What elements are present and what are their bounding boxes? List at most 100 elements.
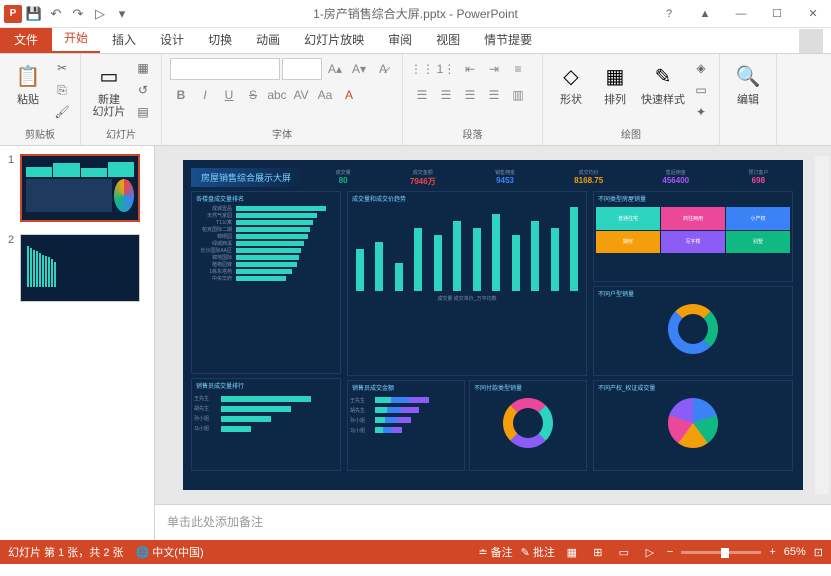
ribbon-group-clipboard: 📋 粘贴 ✂ ⎘ 🖌 剪贴板 (0, 54, 81, 145)
property-pie-chart (668, 398, 718, 448)
shadow-button[interactable]: abc (266, 84, 288, 106)
cut-icon[interactable]: ✂ (52, 58, 72, 78)
tab-animations[interactable]: 动画 (244, 26, 292, 53)
layout-icon[interactable]: ▦ (133, 58, 153, 78)
justify-icon[interactable]: ☰ (483, 84, 505, 106)
indent-dec-icon[interactable]: ⇤ (459, 58, 481, 80)
tab-design[interactable]: 设计 (148, 26, 196, 53)
copy-icon[interactable]: ⎘ (52, 80, 72, 100)
save-icon[interactable]: 💾 (24, 4, 44, 24)
tab-slideshow[interactable]: 幻灯片放映 (292, 26, 376, 53)
font-name-select[interactable] (170, 58, 280, 80)
font-color-button[interactable]: A (338, 84, 360, 106)
tab-storyline[interactable]: 情节提要 (472, 26, 544, 53)
thumb-1-preview (20, 154, 140, 222)
dashboard-title: 房屋销售综合展示大屏 (191, 168, 301, 187)
strike-button[interactable]: S (242, 84, 264, 106)
tab-review[interactable]: 审阅 (376, 26, 424, 53)
tab-transitions[interactable]: 切换 (196, 26, 244, 53)
help-button[interactable]: ? (655, 4, 683, 24)
fit-to-window-icon[interactable]: ⊡ (814, 546, 823, 559)
ribbon-group-slides: ▭ 新建 幻灯片 ▦ ↺ ▤ 幻灯片 (81, 54, 162, 145)
ribbon-tabs: 文件 开始 插入 设计 切换 动画 幻灯片放映 审阅 视图 情节提要 (0, 28, 831, 54)
grow-font-icon[interactable]: A▴ (324, 58, 346, 80)
normal-view-icon[interactable]: ▦ (563, 543, 581, 561)
notes-toggle[interactable]: ≐ 备注 (478, 544, 512, 560)
font-size-select[interactable] (282, 58, 322, 80)
slide-editor: 房屋销售综合展示大屏 成交量80成交金额7946万销售佣金9453成交均价816… (155, 146, 831, 540)
slide-thumbnail-1[interactable]: 1 (8, 154, 146, 222)
align-left-icon[interactable]: ☰ (411, 84, 433, 106)
reset-icon[interactable]: ↺ (133, 80, 153, 100)
bold-button[interactable]: B (170, 84, 192, 106)
language-indicator[interactable]: 🌐 中文(中国) (136, 544, 204, 560)
ribbon-group-paragraph: ⋮⋮ 1⋮ ⇤ ⇥ ≡ ☰ ☰ ☰ ☰ ▥ 段落 (403, 54, 543, 145)
comments-toggle[interactable]: ✎ 批注 (521, 544, 555, 560)
maximize-button[interactable]: ☐ (763, 4, 791, 24)
window-title: 1-房产销售综合大屏.pptx - PowerPoint (313, 5, 518, 22)
tab-view[interactable]: 视图 (424, 26, 472, 53)
reading-view-icon[interactable]: ▭ (615, 543, 633, 561)
paste-button[interactable]: 📋 粘贴 (8, 58, 48, 108)
shapes-button[interactable]: ◇ 形状 (551, 58, 591, 108)
columns-icon[interactable]: ▥ (507, 84, 529, 106)
tab-insert[interactable]: 插入 (100, 26, 148, 53)
zoom-level[interactable]: 65% (784, 546, 806, 558)
panel-trend: 成交量和成交价趋势 成交量 成交单价_万平均数 (347, 191, 587, 376)
ribbon-group-font: A▴ A▾ A̷ B I U S abc AV Aa A 字体 (162, 54, 403, 145)
canvas-area[interactable]: 房屋销售综合展示大屏 成交量80成交金额7946万销售佣金9453成交均价816… (155, 146, 831, 504)
zoom-in-button[interactable]: + (769, 546, 775, 558)
align-right-icon[interactable]: ☰ (459, 84, 481, 106)
format-painter-icon[interactable]: 🖌 (52, 102, 72, 122)
close-button[interactable]: ✕ (799, 4, 827, 24)
clear-format-icon[interactable]: A̷ (372, 58, 394, 80)
new-slide-button[interactable]: ▭ 新建 幻灯片 (89, 58, 129, 120)
minimize-button[interactable]: — (727, 4, 755, 24)
shape-outline-icon[interactable]: ▭ (691, 80, 711, 100)
tab-file[interactable]: 文件 (0, 26, 52, 53)
shape-fill-icon[interactable]: ◈ (691, 58, 711, 78)
underline-button[interactable]: U (218, 84, 240, 106)
case-button[interactable]: Aa (314, 84, 336, 106)
window-controls: ? ▲ — ☐ ✕ (655, 4, 827, 24)
main-area: 1 2 房屋销售综合展示大屏 成交量80成交金额7946万销售佣金94 (0, 146, 831, 540)
sorter-view-icon[interactable]: ⊞ (589, 543, 607, 561)
undo-icon[interactable]: ↶ (46, 4, 66, 24)
room-type-donut-chart (668, 304, 718, 354)
shapes-icon: ◇ (555, 60, 587, 92)
quick-styles-icon: ✎ (647, 60, 679, 92)
zoom-slider[interactable] (681, 551, 761, 554)
status-bar: 幻灯片 第 1 张，共 2 张 🌐 中文(中国) ≐ 备注 ✎ 批注 ▦ ⊞ ▭… (0, 540, 831, 564)
slideshow-icon[interactable]: ▷ (90, 4, 110, 24)
slide-thumbnail-2[interactable]: 2 (8, 234, 146, 302)
notes-pane[interactable]: 单击此处添加备注 (155, 504, 831, 540)
numbering-icon[interactable]: 1⋮ (435, 58, 457, 80)
panel-rank: 各楼盘成交量排名 成城壹品天然气家园T1公寓帕克国际二期锦绣园绿城西溪长沙国际A… (191, 191, 341, 374)
arrange-button[interactable]: ▦ 排列 (595, 58, 635, 108)
line-spacing-icon[interactable]: ≡ (507, 58, 529, 80)
align-center-icon[interactable]: ☰ (435, 84, 457, 106)
powerpoint-logo-icon: P (4, 5, 22, 23)
shrink-font-icon[interactable]: A▾ (348, 58, 370, 80)
qat-more-icon[interactable]: ▾ (112, 4, 132, 24)
quick-styles-button[interactable]: ✎ 快速样式 (639, 58, 687, 108)
redo-icon[interactable]: ↷ (68, 4, 88, 24)
slideshow-view-icon[interactable]: ▷ (641, 543, 659, 561)
ribbon-group-drawing: ◇ 形状 ▦ 排列 ✎ 快速样式 ◈ ▭ ✦ 绘图 (543, 54, 720, 145)
panel-payment: 不同付款类型销量 (469, 380, 587, 471)
bullets-icon[interactable]: ⋮⋮ (411, 58, 433, 80)
indent-inc-icon[interactable]: ⇥ (483, 58, 505, 80)
ribbon-group-editing: 🔍 编辑 (720, 54, 777, 145)
find-button[interactable]: 🔍 编辑 (728, 58, 768, 108)
user-avatar-icon[interactable] (799, 29, 823, 53)
tab-home[interactable]: 开始 (52, 24, 100, 53)
zoom-out-button[interactable]: − (667, 546, 673, 558)
italic-button[interactable]: I (194, 84, 216, 106)
slide-content[interactable]: 房屋销售综合展示大屏 成交量80成交金额7946万销售佣金9453成交均价816… (183, 160, 803, 490)
section-icon[interactable]: ▤ (133, 102, 153, 122)
ribbon-toggle-button[interactable]: ▲ (691, 4, 719, 24)
shape-effects-icon[interactable]: ✦ (691, 102, 711, 122)
vertical-scrollbar[interactable] (815, 156, 829, 494)
paste-icon: 📋 (12, 60, 44, 92)
spacing-button[interactable]: AV (290, 84, 312, 106)
